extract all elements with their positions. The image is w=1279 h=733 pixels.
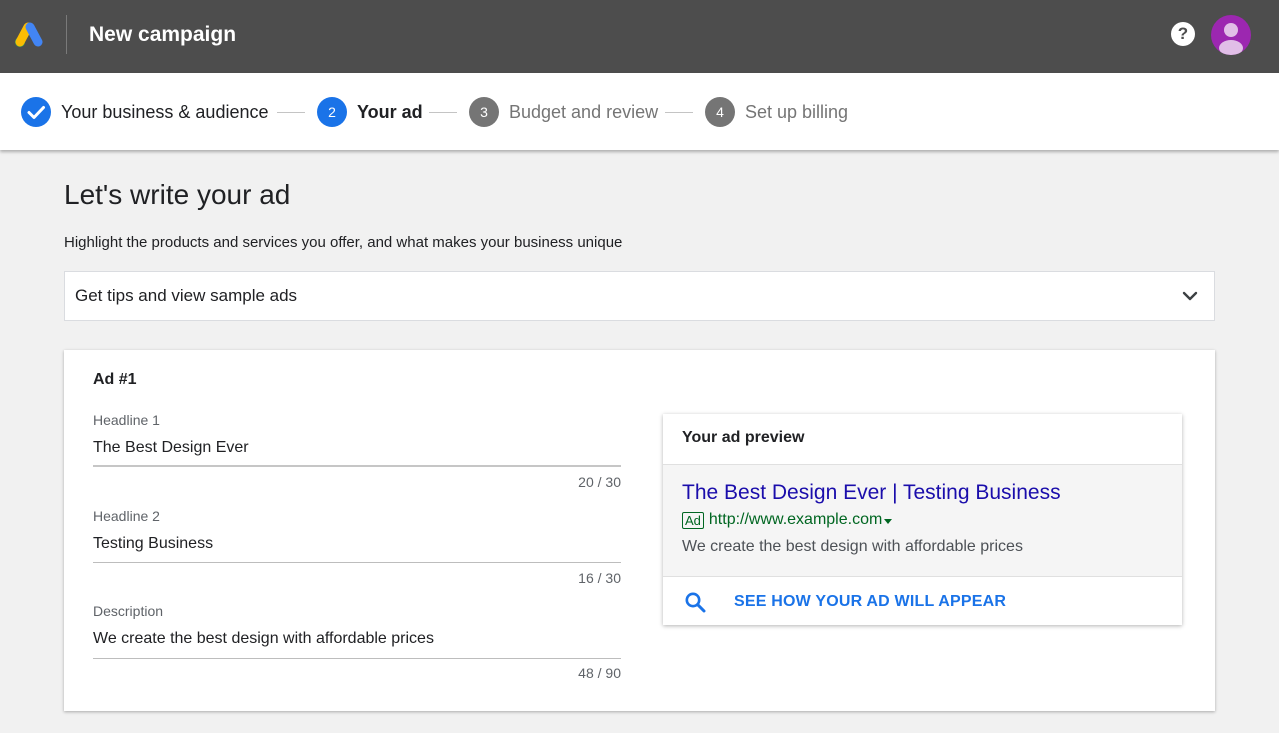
- ad-preview-title: Your ad preview: [682, 429, 805, 446]
- account-avatar-icon[interactable]: [1211, 15, 1251, 55]
- headline-2-underline: [93, 562, 621, 563]
- headline-1-label: Headline 1: [93, 412, 160, 428]
- ad-heading: Ad #1: [93, 371, 137, 388]
- step-connector: [277, 112, 305, 113]
- google-ads-logo-icon[interactable]: [14, 22, 44, 48]
- checkmark-icon: [27, 106, 45, 119]
- ad-preview-card: Your ad preview The Best Design Ever | T…: [663, 414, 1182, 625]
- ad-badge: Ad: [682, 511, 704, 529]
- headline-2-input[interactable]: Testing Business: [93, 534, 213, 554]
- step-4-label[interactable]: Set up billing: [745, 100, 848, 124]
- step-connector: [429, 112, 457, 113]
- see-how-ad-appears-button[interactable]: SEE HOW YOUR AD WILL APPEAR: [663, 578, 1182, 625]
- headline-1-input[interactable]: The Best Design Ever: [93, 438, 249, 458]
- step-2-number: 2: [317, 97, 347, 127]
- search-icon: [685, 592, 706, 613]
- see-how-ad-appears-label: SEE HOW YOUR AD WILL APPEAR: [734, 593, 1007, 610]
- chevron-down-icon[interactable]: [1180, 286, 1200, 306]
- ad-card: Ad #1 Headline 1 The Best Design Ever 20…: [64, 350, 1215, 711]
- step-3-number: 3: [469, 97, 499, 127]
- campaign-stepper: Your business & audience 2 Your ad 3 Bud…: [0, 73, 1279, 150]
- headline-1-counter: 20 / 30: [578, 474, 621, 490]
- tips-label: Get tips and view sample ads: [75, 286, 298, 305]
- step-2-label[interactable]: Your ad: [357, 100, 423, 124]
- preview-headline: The Best Design Ever | Testing Business: [682, 481, 1061, 504]
- description-input[interactable]: We create the best design with affordabl…: [93, 629, 434, 649]
- top-app-bar: New campaign ?: [0, 0, 1279, 73]
- app-title: New campaign: [89, 23, 237, 46]
- ad-preview-header: Your ad preview: [663, 414, 1182, 465]
- headline-2-label: Headline 2: [93, 508, 160, 524]
- page-title: Let's write your ad: [64, 179, 291, 210]
- caret-down-icon: [884, 518, 893, 524]
- preview-description: We create the best design with affordabl…: [682, 538, 1023, 555]
- page-subtitle: Highlight the products and services you …: [64, 234, 623, 251]
- step-4-number: 4: [705, 97, 735, 127]
- preview-url: http://www.example.com: [708, 511, 883, 528]
- help-icon[interactable]: ?: [1171, 22, 1195, 46]
- step-1-complete-icon: [21, 97, 51, 127]
- person-icon: [1219, 23, 1243, 55]
- preview-url-row: Ad http://www.example.com: [682, 510, 893, 530]
- headline-2-counter: 16 / 30: [578, 570, 621, 586]
- tips-expander[interactable]: Get tips and view sample ads: [64, 271, 1215, 321]
- description-counter: 48 / 90: [578, 665, 621, 681]
- step-3-label[interactable]: Budget and review: [509, 100, 658, 124]
- step-1-label[interactable]: Your business & audience: [61, 100, 268, 124]
- ad-preview-body: The Best Design Ever | Testing Business …: [663, 465, 1182, 577]
- step-connector: [665, 112, 693, 113]
- topbar-divider: [66, 15, 67, 54]
- description-underline: [93, 658, 621, 659]
- headline-1-underline: [93, 465, 621, 467]
- description-label: Description: [93, 603, 164, 619]
